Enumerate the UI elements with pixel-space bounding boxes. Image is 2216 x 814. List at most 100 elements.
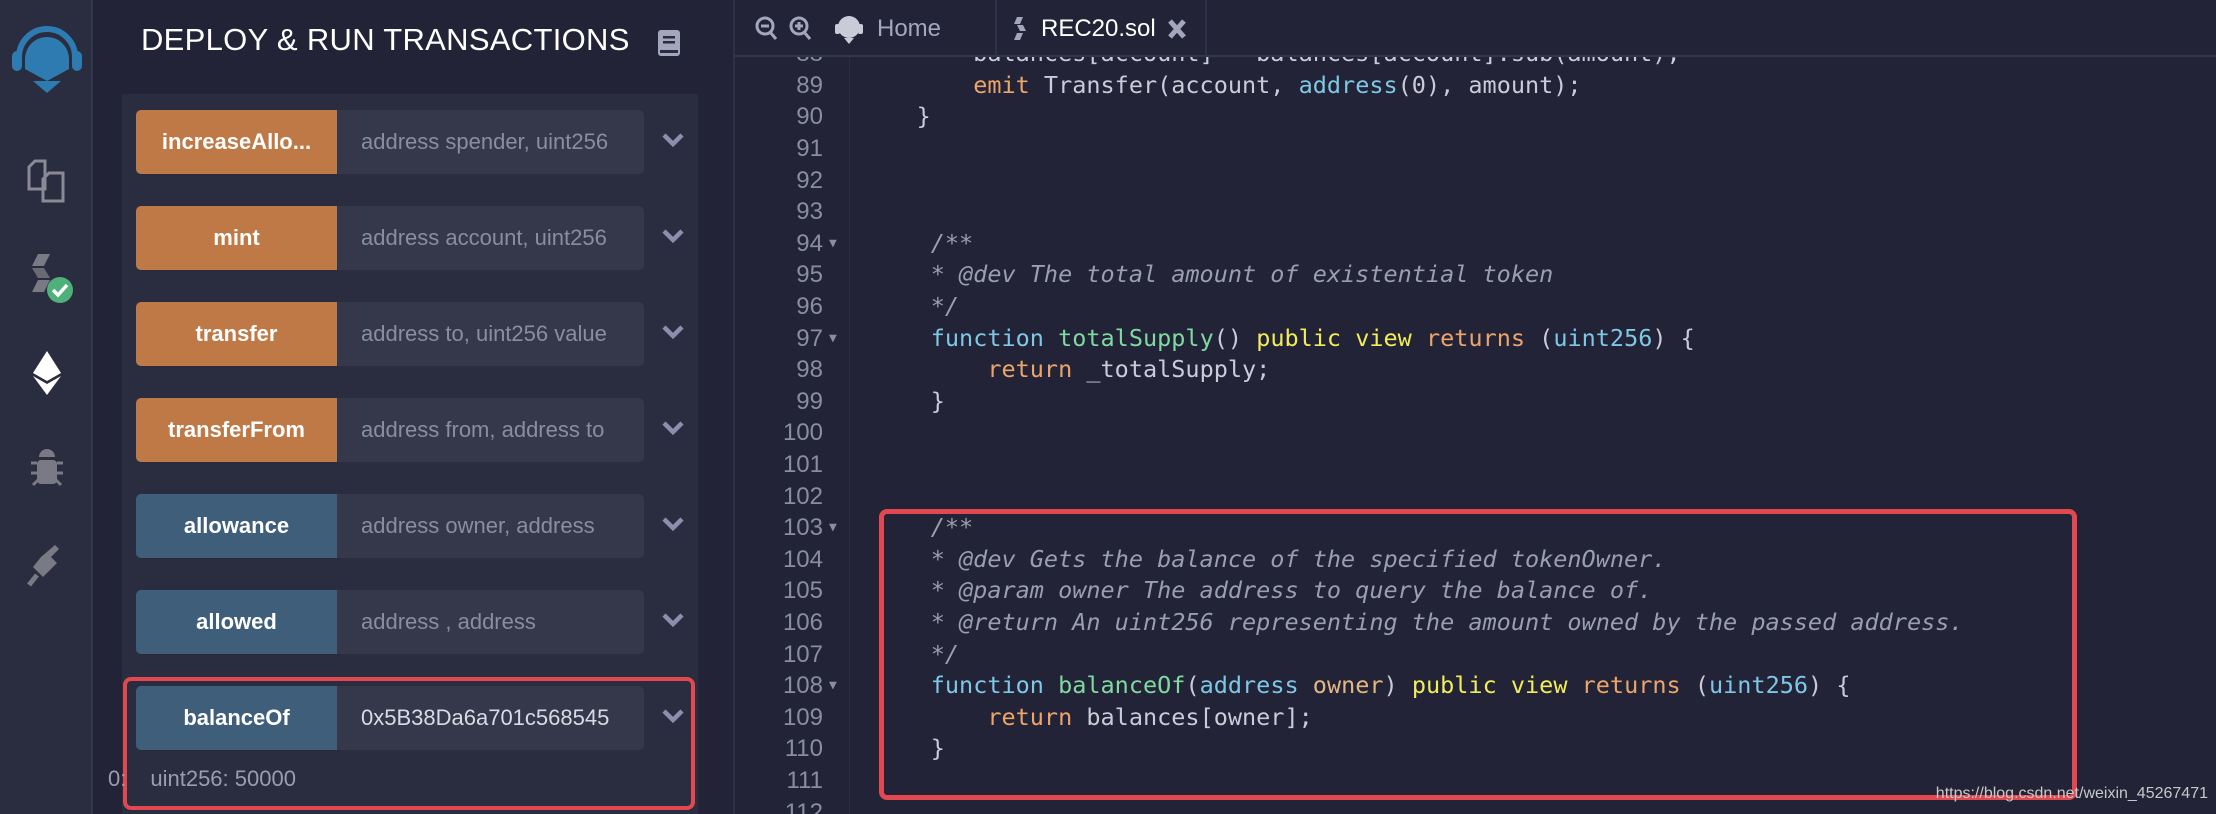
- code-text: }: [860, 386, 945, 418]
- function-row-increaseallo: increaseAllo... address spender, uint256: [136, 110, 696, 174]
- deploy-run-icon[interactable]: [20, 346, 74, 400]
- function-args-input[interactable]: address to, uint256 value: [337, 302, 644, 366]
- function-button[interactable]: allowance: [136, 494, 337, 558]
- code-token: _totalSupply;: [1072, 355, 1271, 384]
- code-token: totalSupply: [1058, 323, 1214, 352]
- chevron-down-icon[interactable]: [662, 418, 684, 438]
- code-token: return: [987, 355, 1073, 384]
- function-row-allowed: allowed address , address: [136, 590, 696, 654]
- plugin-manager-icon[interactable]: [20, 538, 74, 592]
- panel-title: DEPLOY & RUN TRANSACTIONS: [141, 22, 630, 57]
- code-line: 95 * @dev The total amount of existentia…: [735, 259, 2216, 291]
- code-token: returns: [1425, 323, 1526, 352]
- code-token: (): [1213, 323, 1257, 352]
- zoom-out-button[interactable]: [755, 0, 779, 57]
- code-line: 97 ▼ function totalSupply() public view r…: [735, 323, 2216, 355]
- chevron-down-icon[interactable]: [662, 322, 684, 342]
- code-token: function: [930, 323, 1044, 352]
- line-number: 106: [782, 609, 823, 636]
- code-line: 90 }: [735, 101, 2216, 133]
- code-line: 94 ▼ /**: [735, 228, 2216, 260]
- tab-rec20-sol[interactable]: REC20.sol: [1013, 0, 1186, 57]
- code-token: public view: [1256, 323, 1412, 352]
- solidity-compiler-icon[interactable]: [20, 250, 74, 304]
- function-args-input[interactable]: address account, uint256: [337, 206, 644, 270]
- code-token: * @dev The total amount of existential t…: [860, 260, 1554, 289]
- code-text: }: [860, 101, 931, 133]
- code-line: 100: [735, 417, 2216, 449]
- chevron-down-icon[interactable]: [662, 610, 684, 630]
- result-index: 0:: [108, 766, 127, 791]
- debugger-icon[interactable]: [20, 442, 74, 496]
- chevron-down-icon[interactable]: [662, 514, 684, 534]
- file-explorer-icon[interactable]: [20, 154, 74, 208]
- line-number: 101: [782, 451, 823, 478]
- tab-label: REC20.sol: [1041, 14, 1156, 42]
- fold-toggle-icon[interactable]: ▼: [829, 670, 837, 702]
- tab-divider: [1205, 0, 1207, 57]
- line-number: 104: [782, 545, 823, 573]
- line-number: 90: [796, 103, 823, 131]
- line-number: 93: [796, 198, 823, 226]
- code-text: emit Transfer(account, address(0), amoun…: [860, 70, 1582, 102]
- line-number: 109: [782, 703, 823, 731]
- code-line: 98 return _totalSupply;: [735, 354, 2216, 386]
- function-args-input[interactable]: address owner, address: [337, 494, 644, 558]
- remix-home-icon: [835, 15, 863, 44]
- highlight-annotation: [879, 509, 2077, 800]
- code-token: address: [1298, 70, 1398, 99]
- code-line: 102: [735, 481, 2216, 513]
- code-text: return _totalSupply;: [860, 354, 1270, 386]
- function-button[interactable]: transfer: [136, 302, 337, 366]
- code-token: emit: [973, 70, 1030, 99]
- code-text: */: [860, 291, 959, 323]
- line-number: 89: [796, 71, 823, 99]
- line-number: 110: [784, 735, 823, 763]
- code-line: 93: [735, 196, 2216, 228]
- editor-tabs: Home REC20.sol: [735, 0, 2216, 57]
- remix-logo-icon[interactable]: [8, 18, 86, 96]
- fold-toggle-icon[interactable]: ▼: [829, 228, 837, 260]
- line-number: 112: [784, 798, 823, 814]
- function-button[interactable]: mint: [136, 206, 337, 270]
- function-row-allowance: allowance address owner, address: [136, 494, 696, 558]
- code-token: ) {: [1652, 323, 1695, 352]
- function-button[interactable]: transferFrom: [136, 398, 337, 462]
- line-number: 97: [796, 324, 823, 352]
- code-line: 91: [735, 133, 2216, 165]
- tab-home[interactable]: Home: [833, 0, 941, 57]
- fold-toggle-icon[interactable]: ▼: [829, 512, 837, 544]
- tab-label: Home: [877, 14, 942, 42]
- line-number: 98: [796, 356, 823, 384]
- code-token: (: [1525, 323, 1554, 352]
- line-number: 107: [782, 640, 823, 668]
- chevron-down-icon[interactable]: [662, 226, 684, 246]
- chevron-down-icon[interactable]: [662, 130, 684, 150]
- code-text: /**: [860, 228, 973, 260]
- line-number: 111: [786, 767, 823, 794]
- function-button[interactable]: allowed: [136, 590, 337, 654]
- code-text: function totalSupply() public view retur…: [860, 323, 1695, 355]
- code-text: * @dev The total amount of existential t…: [860, 259, 1554, 291]
- function-args-input[interactable]: address spender, uint256: [337, 110, 644, 174]
- close-tab-icon[interactable]: [1167, 18, 1186, 39]
- line-number: 103: [782, 514, 823, 542]
- documentation-icon[interactable]: [657, 29, 681, 57]
- function-button[interactable]: increaseAllo...: [136, 110, 337, 174]
- code-token: (0), amount);: [1397, 70, 1582, 99]
- zoom-in-button[interactable]: [789, 0, 813, 57]
- function-args-input[interactable]: address , address: [337, 590, 644, 654]
- line-number: 91: [796, 135, 823, 162]
- watermark: https://blog.csdn.net/weixin_45267471: [1935, 785, 2208, 802]
- solidity-file-icon: [1014, 16, 1026, 40]
- function-args-input[interactable]: address from, address to: [337, 398, 644, 462]
- fold-toggle-icon[interactable]: ▼: [829, 323, 837, 355]
- line-number: 94: [796, 229, 823, 257]
- code-line: 92: [735, 165, 2216, 197]
- line-number: 92: [796, 166, 823, 194]
- icon-sidebar: [0, 0, 93, 814]
